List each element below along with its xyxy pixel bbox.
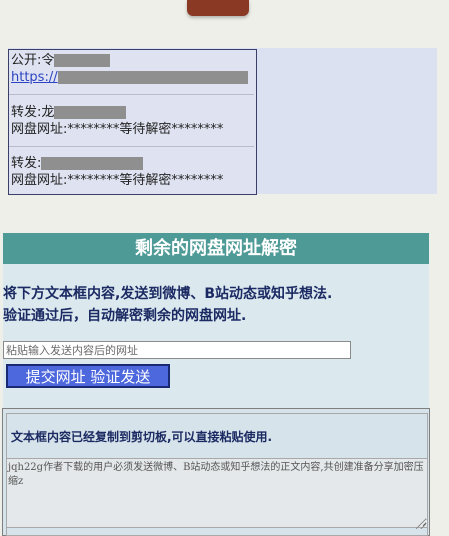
- link-list: 公开:令 https:// 转发:龙 网盘网址:********等待解密****…: [8, 49, 257, 195]
- public-label: 公开:: [11, 53, 42, 68]
- instruction-line-2: 验证通过后，自动解密剩余的网盘网址.: [3, 308, 247, 324]
- url-input[interactable]: [3, 341, 351, 359]
- forward-entry-1: 转发:龙 网盘网址:********等待解密********: [11, 104, 223, 138]
- submit-verify-button[interactable]: 提交网址 验证发送: [6, 364, 170, 388]
- pan-url-text: 网盘网址:********等待解密********: [11, 173, 224, 188]
- section-title: 剩余的网盘网址解密: [3, 233, 429, 264]
- top-decoration: [187, 0, 249, 16]
- redacted-url: [57, 71, 248, 84]
- public-prefix: 令: [41, 53, 55, 68]
- public-link[interactable]: https://: [11, 70, 58, 85]
- clipboard-title: 文本框内容已经复制到剪切板,可以直接粘贴使用.: [11, 430, 273, 444]
- redacted-block: [54, 54, 111, 67]
- instruction-line-1: 将下方文本框内容,发送到微博、B站动态或知乎想法.: [3, 286, 333, 302]
- divider: [9, 146, 254, 147]
- forward-prefix: 龙: [41, 105, 55, 120]
- clipboard-textarea[interactable]: jqh22g作者下载的用户必须发送微博、B站动态或知乎想法的正文内容,共创建准备…: [6, 458, 428, 528]
- public-entry: 公开:令 https://: [11, 52, 248, 86]
- pan-url-text: 网盘网址:********等待解密********: [11, 122, 224, 137]
- forward-entry-2: 转发: 网盘网址:********等待解密********: [11, 155, 223, 189]
- redacted-block: [54, 106, 127, 119]
- resize-grip-icon[interactable]: [416, 519, 426, 529]
- redacted-block: [41, 157, 144, 170]
- forward-label: 转发:: [11, 156, 42, 171]
- divider: [9, 94, 254, 95]
- forward-label: 转发:: [11, 105, 42, 120]
